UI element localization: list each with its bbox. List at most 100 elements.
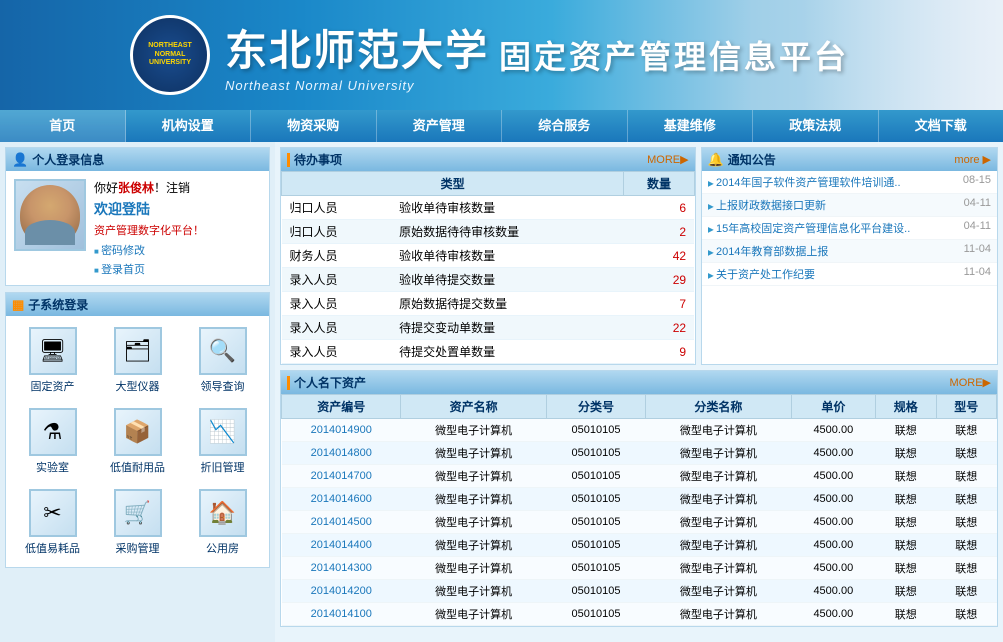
asset-model: 联想	[936, 488, 997, 511]
todo-count: 2	[624, 220, 694, 244]
todo-more-btn[interactable]: MORE▶	[647, 153, 688, 166]
asset-id[interactable]: 2014014400	[282, 534, 401, 557]
sys-icon-2: 🔍	[199, 327, 247, 375]
todo-count: 29	[624, 268, 694, 292]
asset-category: 微型电子计算机	[646, 488, 791, 511]
notice-item: 2014年国子软件资产管理软件培训通..08-15	[702, 171, 997, 194]
subsystem-item-1[interactable]: 🗂大型仪器	[97, 322, 178, 399]
asset-id[interactable]: 2014014500	[282, 511, 401, 534]
sys-label-8: 公用房	[206, 540, 239, 556]
todo-count: 6	[624, 196, 694, 220]
todo-table: 类型 数量 归口人员验收单待审核数量6归口人员原始数据待待审核数量2财务人员验收…	[281, 171, 695, 364]
assets-more-btn[interactable]: MORE▶	[950, 376, 991, 389]
assets-row: 2014014200微型电子计算机05010105微型电子计算机4500.00联…	[282, 580, 997, 603]
notice-link-0[interactable]: 2014年国子软件资产管理软件培训通..	[708, 174, 958, 190]
subsystem-item-3[interactable]: ⚗实验室	[12, 403, 93, 480]
nav-item-3[interactable]: 资产管理	[377, 110, 503, 142]
assets-row: 2014014500微型电子计算机05010105微型电子计算机4500.00联…	[282, 511, 997, 534]
sys-icon-5: 📉	[199, 408, 247, 456]
notice-link-3[interactable]: 2014年教育部数据上报	[708, 243, 959, 259]
todo-desc: 原始数据待提交数量	[391, 292, 624, 316]
asset-category: 微型电子计算机	[646, 419, 791, 442]
asset-price: 4500.00	[791, 580, 876, 603]
todo-row: 财务人员验收单待审核数量42	[282, 244, 695, 268]
sys-icon-0: 🖥	[29, 327, 77, 375]
navigation-bar: 首页机构设置物资采购资产管理综合服务基建维修政策法规文档下载	[0, 110, 1003, 142]
notice-item: 15年高校固定资产管理信息化平台建设..04-11	[702, 217, 997, 240]
assets-col-1: 资产名称	[401, 395, 546, 419]
subsystem-grid: 🖥 固定资产 🗂大型仪器🔍领导查询 ⚗实验室📦低值耐用品📉折旧管理 ✂低值易耗品🛒采购管…	[6, 316, 269, 567]
notice-link-4[interactable]: 关于资产处工作纪要	[708, 266, 959, 282]
asset-model: 联想	[936, 603, 997, 626]
notice-list: 2014年国子软件资产管理软件培训通..08-15上报财政数据接口更新04-11…	[702, 171, 997, 286]
asset-price: 4500.00	[791, 511, 876, 534]
nav-item-1[interactable]: 机构设置	[126, 110, 252, 142]
subsystem-item-6[interactable]: ✂低值易耗品	[12, 484, 93, 561]
asset-model: 联想	[936, 442, 997, 465]
asset-model: 联想	[936, 511, 997, 534]
asset-name: 微型电子计算机	[401, 534, 546, 557]
sidebar: 👤 个人登录信息 你好张俊林！注销 欢迎登陆 资产管理数字化平台！ 密码修改	[0, 142, 275, 642]
asset-name: 微型电子计算机	[401, 488, 546, 511]
asset-id[interactable]: 2014014700	[282, 465, 401, 488]
notice-title-text: 通知公告	[728, 151, 776, 168]
asset-id[interactable]: 2014014900	[282, 419, 401, 442]
notice-date-4: 11-04	[964, 266, 991, 282]
university-logo: NORTHEASTNORMALUNIVERSITY	[130, 15, 210, 95]
login-home-link[interactable]: 登录首页	[94, 261, 261, 277]
platform-link[interactable]: 资产管理数字化平台！	[94, 222, 261, 238]
asset-code: 05010105	[546, 465, 646, 488]
asset-category: 微型电子计算机	[646, 511, 791, 534]
todo-title-text: 待办事项	[294, 151, 342, 168]
todo-desc: 待提交变动单数量	[391, 316, 624, 340]
password-change-link[interactable]: 密码修改	[94, 242, 261, 258]
todo-count: 42	[624, 244, 694, 268]
subsystem-item-0[interactable]: 🖥 固定资产	[12, 322, 93, 399]
asset-id[interactable]: 2014014200	[282, 580, 401, 603]
subsystem-item-7[interactable]: 🛒采购管理	[97, 484, 178, 561]
subsystem-item-5[interactable]: 📉折旧管理	[182, 403, 263, 480]
asset-code: 05010105	[546, 511, 646, 534]
asset-code: 05010105	[546, 488, 646, 511]
asset-code: 05010105	[546, 603, 646, 626]
asset-id[interactable]: 2014014100	[282, 603, 401, 626]
subsystem-item-2[interactable]: 🔍领导查询	[182, 322, 263, 399]
nav-item-6[interactable]: 政策法规	[753, 110, 879, 142]
nav-item-2[interactable]: 物资采购	[251, 110, 377, 142]
nav-item-7[interactable]: 文档下载	[879, 110, 1003, 142]
nav-item-4[interactable]: 综合服务	[502, 110, 628, 142]
sys-label-0: 固定资产	[31, 378, 75, 394]
asset-name: 微型电子计算机	[401, 580, 546, 603]
asset-id[interactable]: 2014014800	[282, 442, 401, 465]
notice-link-2[interactable]: 15年高校固定资产管理信息化平台建设..	[708, 220, 959, 236]
assets-col-6: 型号	[936, 395, 997, 419]
username-link[interactable]: 张俊林	[118, 181, 154, 195]
subsystem-item-4[interactable]: 📦低值耐用品	[97, 403, 178, 480]
asset-id[interactable]: 2014014300	[282, 557, 401, 580]
assets-header: 个人名下资产 MORE▶	[281, 371, 997, 394]
asset-code: 05010105	[546, 534, 646, 557]
welcome-prefix: 你好	[94, 181, 118, 195]
title-bar-decoration2	[287, 376, 290, 390]
sys-icon-4: 📦	[114, 408, 162, 456]
notice-date-3: 11-04	[964, 243, 991, 259]
asset-id[interactable]: 2014014600	[282, 488, 401, 511]
asset-spec: 联想	[876, 580, 936, 603]
asset-model: 联想	[936, 419, 997, 442]
notice-more-btn[interactable]: more ▶	[954, 153, 991, 166]
content-area: 待办事项 MORE▶ 类型 数量 归口人员验收单待审核数量6归口人员原始数据待待…	[275, 142, 1003, 642]
subsystem-item-8[interactable]: 🏠公用房	[182, 484, 263, 561]
university-name-english: Northeast Normal University	[225, 78, 489, 93]
welcome-big[interactable]: 欢迎登陆	[94, 199, 261, 219]
todo-count: 22	[624, 316, 694, 340]
notice-link-1[interactable]: 上报财政数据接口更新	[708, 197, 959, 213]
todo-desc: 原始数据待待审核数量	[391, 220, 624, 244]
asset-model: 联想	[936, 557, 997, 580]
assets-section: 个人名下资产 MORE▶ 资产编号资产名称分类号分类名称单价规格型号 20140…	[280, 370, 998, 627]
asset-price: 4500.00	[791, 488, 876, 511]
asset-name: 微型电子计算机	[401, 603, 546, 626]
welcome-suffix: ！注销	[154, 181, 190, 195]
nav-item-5[interactable]: 基建维修	[628, 110, 754, 142]
asset-spec: 联想	[876, 534, 936, 557]
nav-item-0[interactable]: 首页	[0, 110, 126, 142]
